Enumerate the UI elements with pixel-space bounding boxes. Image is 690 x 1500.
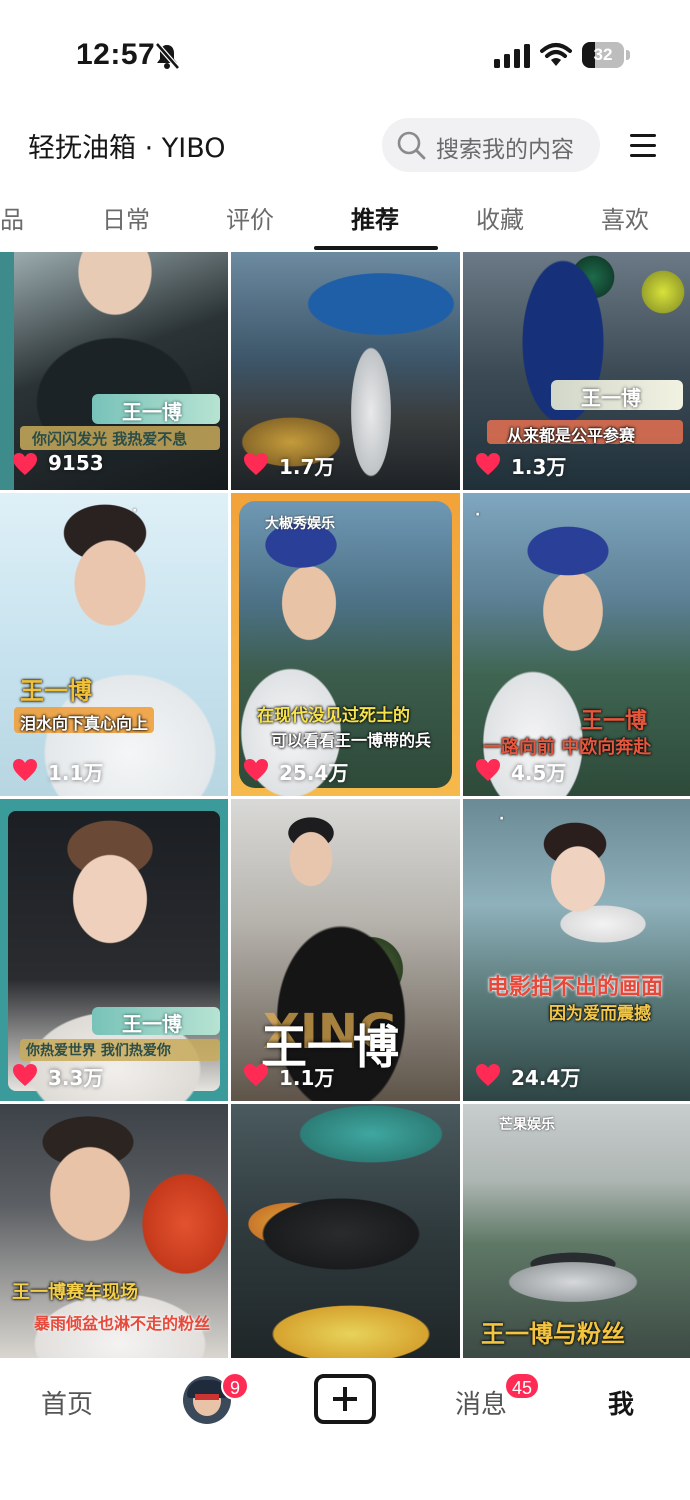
video-tile[interactable]: 王一博 你闪闪发光 我热爱不息 9153	[0, 252, 228, 490]
video-tile[interactable]: 王一博 从来都是公平参赛 1.3万	[463, 252, 690, 490]
video-tile[interactable]: 芒果娱乐 王一博与粉丝	[463, 1104, 690, 1358]
video-tile[interactable]: 王一博 你热爱世界 我们热爱你 3.3万	[0, 799, 228, 1101]
video-tile[interactable]: · 王一博 一路向前 中欧向奔赴 4.5万	[463, 493, 690, 796]
video-grid: 王一博 你闪闪发光 我热爱不息 9153 1.7万 王一博 从来都是公平参赛 1…	[0, 252, 690, 1358]
profile-tabs: 品 日常 评价 推荐 收藏 喜欢	[0, 190, 690, 252]
name-tag: 王一博	[122, 1012, 182, 1036]
search-input[interactable]: 搜索我的内容	[382, 118, 600, 172]
video-tile[interactable]: 1.7万	[231, 252, 460, 490]
video-caption: 一路向前 中欧向奔赴	[483, 737, 652, 758]
video-caption-line2: 可以看看王一博带的兵	[271, 731, 432, 750]
bell-muted-icon	[155, 42, 180, 70]
video-watermark: ·	[499, 811, 505, 827]
bottom-nav: 首页 9 消息 45 我	[0, 1358, 690, 1500]
heart-icon	[476, 1064, 500, 1086]
video-caption: 从来都是公平参赛	[507, 426, 636, 445]
name-tag: 王一博	[581, 386, 641, 410]
tab-works[interactable]: 品	[0, 200, 24, 235]
video-caption: 泪水向下真心向上	[20, 714, 149, 733]
heart-icon	[13, 453, 37, 475]
video-caption-line2: 暴雨倾盆也淋不走的粉丝	[34, 1314, 211, 1333]
video-watermark: 芒果娱乐	[499, 1117, 555, 1133]
tab-active-indicator	[314, 246, 438, 250]
name-tag: 王一博	[581, 709, 648, 734]
tab-favorites[interactable]: 收藏	[476, 200, 524, 235]
video-caption: 在现代没见过死士的	[257, 706, 410, 726]
heart-icon	[476, 759, 500, 781]
name-tag: 王一博	[122, 400, 182, 424]
messages-badge: 45	[504, 1372, 541, 1400]
avatar-badge: 9	[221, 1372, 249, 1400]
tab-likes[interactable]: 喜欢	[601, 200, 649, 235]
tab-daily[interactable]: 日常	[102, 200, 150, 235]
create-plus-icon[interactable]	[314, 1374, 376, 1424]
video-tile[interactable]: · 电影拍不出的画面 因为爱而震撼 24.4万	[463, 799, 690, 1101]
heart-icon	[476, 453, 500, 475]
wifi-icon	[540, 43, 572, 66]
menu-icon[interactable]	[626, 128, 664, 162]
signal-icon	[494, 44, 530, 68]
video-watermark: ·	[475, 507, 481, 523]
heart-icon	[13, 759, 37, 781]
video-tile[interactable]: XING 王一博 1.1万	[231, 799, 460, 1101]
search-icon	[397, 131, 426, 160]
tab-recommend[interactable]: 推荐	[351, 200, 399, 235]
tab-reviews[interactable]: 评价	[226, 200, 274, 235]
video-watermark: ·	[132, 503, 138, 519]
nav-home[interactable]: 首页	[41, 1384, 93, 1421]
video-tile[interactable]	[231, 1104, 460, 1358]
video-tile[interactable]: 大椒秀娱乐 在现代没见过死士的 可以看看王一博带的兵 25.4万	[231, 493, 460, 796]
video-tile[interactable]: 王一博赛车现场 暴雨倾盆也淋不走的粉丝	[0, 1104, 228, 1358]
page-title: 轻抚油箱 · YIBO	[28, 133, 226, 164]
name-tag: 王一博	[20, 677, 92, 705]
video-caption-line2: 因为爱而震撼	[549, 1004, 651, 1024]
video-watermark: 大椒秀娱乐	[265, 516, 335, 532]
video-caption: 你热爱世界 我们热爱你	[26, 1043, 171, 1059]
video-tile[interactable]: · 王一博 泪水向下真心向上 1.1万	[0, 493, 228, 796]
status-bar: 12:57 32	[0, 0, 690, 110]
video-caption: 王一博与粉丝	[481, 1320, 625, 1348]
battery-icon: 32	[582, 42, 630, 68]
battery-level: 32	[593, 45, 613, 64]
nav-me[interactable]: 我	[608, 1384, 634, 1421]
heart-icon	[13, 1064, 37, 1086]
status-time: 12:57	[76, 38, 156, 71]
search-placeholder: 搜索我的内容	[436, 137, 574, 163]
heart-icon	[244, 759, 268, 781]
header: 轻抚油箱 · YIBO 搜索我的内容	[0, 110, 690, 182]
nav-messages[interactable]: 消息	[455, 1384, 507, 1421]
heart-icon	[244, 1064, 268, 1086]
heart-icon	[244, 453, 268, 475]
video-caption: 你闪闪发光 我热爱不息	[32, 430, 188, 448]
video-caption: 王一博赛车现场	[12, 1282, 138, 1303]
video-caption: 电影拍不出的画面	[487, 975, 664, 1000]
